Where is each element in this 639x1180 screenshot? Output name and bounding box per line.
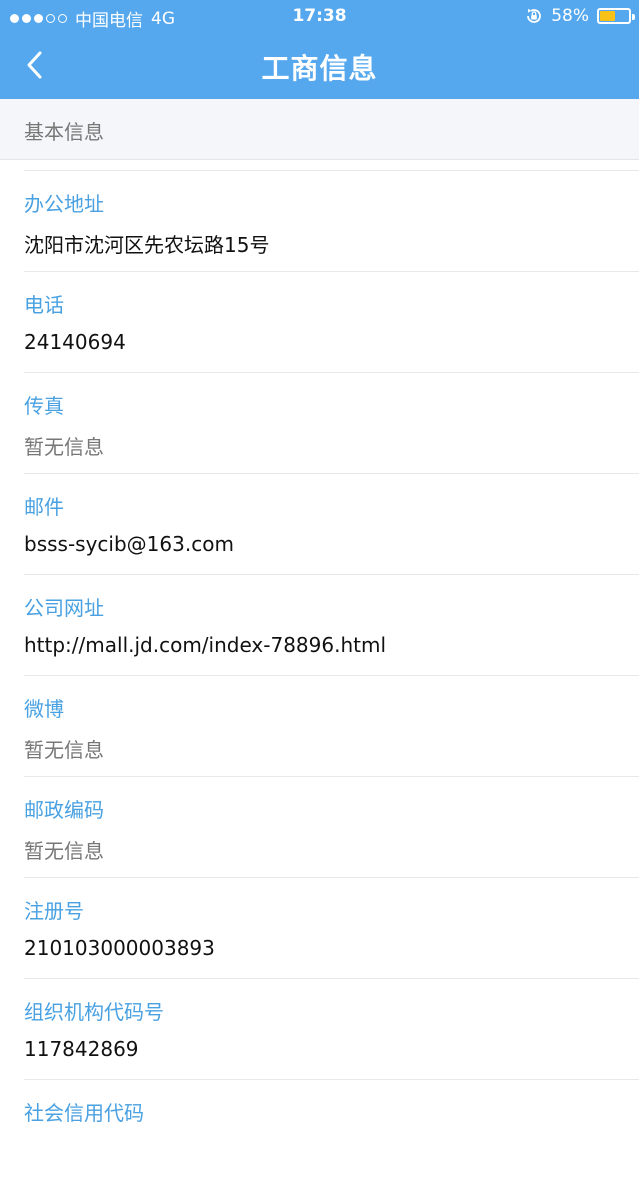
field-value: 沈阳市沈河区先农坛路15号: [24, 233, 270, 257]
field-label: 邮政编码: [24, 798, 104, 822]
field-value: 暂无信息: [24, 435, 104, 459]
page-title: 工商信息: [261, 52, 378, 85]
section-header-basic-info: 基本信息: [0, 99, 639, 160]
field-label: 注册号: [24, 899, 84, 923]
field-label: 微博: [24, 697, 64, 721]
field-value: 24140694: [24, 330, 126, 354]
field-value: 210103000003893: [24, 936, 215, 960]
info-row-organization-code: 组织机构代码号 117842869: [24, 978, 639, 1079]
field-value: bsss-sycib@163.com: [24, 532, 234, 556]
info-row-fax: 传真 暂无信息: [24, 372, 639, 473]
field-label: 组织机构代码号: [24, 1000, 164, 1024]
field-label: 社会信用代码: [24, 1101, 144, 1125]
info-row-email: 邮件 bsss-sycib@163.com: [24, 473, 639, 574]
field-label: 传真: [24, 394, 64, 418]
battery-level-fill: [600, 11, 616, 21]
info-row-social-credit-code: 社会信用代码: [24, 1079, 639, 1180]
section-title: 基本信息: [24, 120, 104, 144]
info-list: 办公地址 沈阳市沈河区先农坛路15号 电话 24140694 传真 暂无信息 邮…: [0, 170, 639, 1180]
field-value: 暂无信息: [24, 839, 104, 863]
app-header: 中国电信 4G 17:38 58% 工商信息: [0, 0, 639, 99]
field-label: 电话: [24, 293, 64, 317]
status-bar: 中国电信 4G 17:38 58%: [0, 0, 639, 32]
navigation-bar: 工商信息: [0, 32, 639, 99]
info-row-office-address: 办公地址 沈阳市沈河区先农坛路15号: [24, 170, 639, 271]
info-row-phone: 电话 24140694: [24, 271, 639, 372]
status-right: 58%: [525, 6, 635, 26]
field-value: 暂无信息: [24, 738, 104, 762]
field-value: http://mall.jd.com/index-78896.html: [24, 633, 387, 657]
field-label: 公司网址: [24, 596, 104, 620]
field-value: 117842869: [24, 1037, 139, 1061]
info-row-registration-number: 注册号 210103000003893: [24, 877, 639, 978]
field-label: 办公地址: [24, 192, 104, 216]
field-label: 邮件: [24, 495, 64, 519]
battery-percent: 58%: [551, 6, 589, 26]
info-row-website: 公司网址 http://mall.jd.com/index-78896.html: [24, 574, 639, 675]
battery-icon: [597, 8, 635, 24]
info-row-postal-code: 邮政编码 暂无信息: [24, 776, 639, 877]
info-row-weibo: 微博 暂无信息: [24, 675, 639, 776]
rotation-lock-icon: [525, 7, 543, 25]
